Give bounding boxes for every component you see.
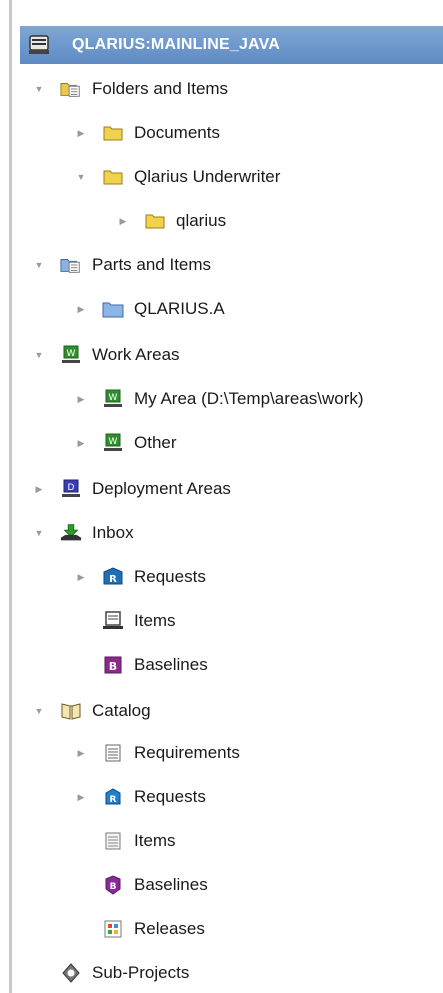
svg-text:B: B bbox=[109, 660, 117, 673]
sub-projects-icon bbox=[60, 962, 82, 984]
svg-text:D: D bbox=[68, 483, 75, 493]
svg-text:W: W bbox=[109, 393, 118, 403]
work-area-icon: W bbox=[60, 344, 82, 366]
tree-item-label: My Area (D:\Temp\areas\work) bbox=[134, 389, 364, 408]
tree-item-label: qlarius bbox=[176, 211, 227, 230]
catalog-icon bbox=[60, 700, 82, 722]
tree-item-inbox-baselines[interactable]: ▶ B Baselines bbox=[74, 650, 208, 680]
tree-item-label: Other bbox=[134, 433, 177, 452]
tree-item-label: Requests bbox=[134, 567, 206, 586]
server-icon bbox=[28, 34, 50, 56]
items-icon bbox=[102, 610, 124, 632]
tree-item-releases[interactable]: ▶ Releases bbox=[74, 914, 205, 944]
expand-arrow-icon[interactable]: ▼ bbox=[74, 170, 88, 184]
tree-item-qlarius-a[interactable]: ▶ QLARIUS.A bbox=[74, 294, 225, 324]
tree-item-label: Baselines bbox=[134, 655, 208, 674]
parts-items-icon bbox=[60, 254, 82, 276]
collapsed-arrow-icon[interactable]: ▶ bbox=[74, 746, 88, 760]
collapsed-arrow-icon[interactable]: ▶ bbox=[116, 214, 130, 228]
request-icon: R bbox=[102, 566, 124, 588]
tree-item-label: Documents bbox=[134, 123, 220, 142]
tree-item-label: Folders and Items bbox=[92, 79, 229, 98]
collapsed-arrow-icon[interactable]: ▶ bbox=[74, 790, 88, 804]
collapsed-arrow-icon[interactable]: ▶ bbox=[74, 302, 88, 316]
collapsed-arrow-icon[interactable]: ▶ bbox=[74, 436, 88, 450]
tree-item-label: Requests bbox=[134, 787, 206, 806]
svg-text:R: R bbox=[109, 574, 117, 585]
tree-item-qlarius-underwriter[interactable]: ▼ Qlarius Underwriter bbox=[74, 162, 281, 192]
tree-item-label: Items bbox=[134, 611, 176, 630]
tree-root-header[interactable]: QLARIUS:MAINLINE_JAVA bbox=[20, 26, 443, 64]
tree-item-label: Work Areas bbox=[92, 345, 180, 364]
baseline-small-icon: B bbox=[102, 874, 124, 896]
folder-icon bbox=[144, 210, 166, 232]
svg-text:W: W bbox=[109, 437, 118, 447]
expand-arrow-icon[interactable]: ▼ bbox=[32, 526, 46, 540]
work-area-icon: W bbox=[102, 432, 124, 454]
tree-item-catalog-baselines[interactable]: ▶ B Baselines bbox=[74, 870, 208, 900]
expand-arrow-icon[interactable]: ▼ bbox=[32, 704, 46, 718]
tree-item-label: Items bbox=[134, 831, 176, 850]
request-small-icon: R bbox=[102, 786, 124, 808]
tree-root-label: QLARIUS:MAINLINE_JAVA bbox=[72, 36, 281, 53]
deployment-area-icon: D bbox=[60, 478, 82, 500]
tree-item-work-areas[interactable]: ▼ W Work Areas bbox=[32, 340, 180, 370]
tree-item-inbox-items[interactable]: ▶ Items bbox=[74, 606, 176, 636]
tree-item-label: Releases bbox=[134, 919, 205, 938]
tree-item-label: Catalog bbox=[92, 701, 151, 720]
tree-item-label: Parts and Items bbox=[92, 255, 212, 274]
tree-item-catalog[interactable]: ▼ Catalog bbox=[32, 696, 151, 726]
tree-item-other[interactable]: ▶ W Other bbox=[74, 428, 177, 458]
tree-item-sub-projects[interactable]: ▶ Sub-Projects bbox=[32, 958, 189, 988]
svg-text:R: R bbox=[110, 795, 117, 805]
work-area-icon: W bbox=[102, 388, 124, 410]
tree-item-folders-and-items[interactable]: ▼ Folders and Items bbox=[32, 74, 229, 104]
tree-item-parts-and-items[interactable]: ▼ Parts and Items bbox=[32, 250, 212, 280]
collapsed-arrow-icon[interactable]: ▶ bbox=[74, 570, 88, 584]
expand-arrow-icon[interactable]: ▼ bbox=[32, 348, 46, 362]
releases-icon bbox=[102, 918, 124, 940]
tree-item-requirements[interactable]: ▶ Requirements bbox=[74, 738, 240, 768]
baseline-icon: B bbox=[102, 654, 124, 676]
tree-item-label: Sub-Projects bbox=[92, 963, 190, 982]
tree-item-catalog-items[interactable]: ▶ Items bbox=[74, 826, 176, 856]
tree-item-qlarius[interactable]: ▶ qlarius bbox=[116, 206, 227, 236]
expand-arrow-icon[interactable]: ▼ bbox=[32, 258, 46, 272]
tree-item-documents[interactable]: ▶ Documents bbox=[74, 118, 220, 148]
tree-item-my-area[interactable]: ▶ W My Area (D:\Temp\areas\work) bbox=[74, 384, 364, 414]
tree-item-inbox-requests[interactable]: ▶ R Requests bbox=[74, 562, 206, 592]
tree-item-label: Inbox bbox=[92, 523, 134, 542]
expand-arrow-icon[interactable]: ▼ bbox=[32, 82, 46, 96]
collapsed-arrow-icon[interactable]: ▶ bbox=[74, 392, 88, 406]
folder-icon bbox=[102, 166, 124, 188]
tree-item-label: Requirements bbox=[134, 743, 240, 762]
folders-items-icon bbox=[60, 78, 82, 100]
tree-item-deployment-areas[interactable]: ▶ D Deployment Areas bbox=[32, 474, 231, 504]
collapsed-arrow-icon[interactable]: ▶ bbox=[32, 482, 46, 496]
tree-item-label: Baselines bbox=[134, 875, 208, 894]
tree-item-catalog-requests[interactable]: ▶ R Requests bbox=[74, 782, 206, 812]
inbox-icon bbox=[60, 522, 82, 544]
folder-icon bbox=[102, 122, 124, 144]
tree-item-label: Qlarius Underwriter bbox=[134, 167, 281, 186]
tree-item-label: QLARIUS.A bbox=[134, 299, 225, 318]
collapsed-arrow-icon[interactable]: ▶ bbox=[74, 126, 88, 140]
svg-text:B: B bbox=[110, 882, 117, 892]
tree-item-label: Deployment Areas bbox=[92, 479, 231, 498]
part-folder-icon bbox=[102, 298, 124, 320]
panel-left-border bbox=[9, 0, 12, 993]
items-small-icon bbox=[102, 830, 124, 852]
requirements-icon bbox=[102, 742, 124, 764]
svg-text:W: W bbox=[67, 349, 76, 359]
tree-item-inbox[interactable]: ▼ Inbox bbox=[32, 518, 134, 548]
